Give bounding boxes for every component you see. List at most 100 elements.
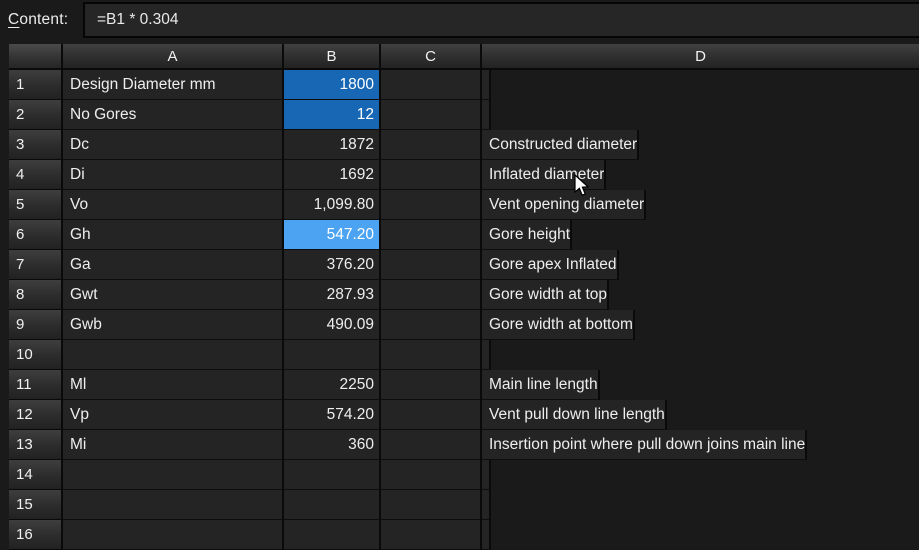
cell-D3[interactable]: Constructed diameter [482,130,640,160]
cell-A1[interactable]: Design Diameter mm [63,70,284,100]
sheet-row-2: 2 No Gores 12 [9,100,919,130]
sheet-row-6: 6 Gh 547.20 Gore height [9,220,919,250]
formula-bar-label: Content: [8,0,68,40]
cell-D14[interactable] [482,460,491,490]
row-header-15[interactable]: 15 [9,490,63,520]
sheet-row-4: 4 Di 1692 Inflated diameter [9,160,919,190]
cell-A3[interactable]: Dc [63,130,284,160]
row-header-7[interactable]: 7 [9,250,63,280]
sheet-row-16: 16 [9,520,919,550]
cell-A14[interactable] [63,460,284,490]
cell-A6[interactable]: Gh [63,220,284,250]
cell-A13[interactable]: Mi [63,430,284,460]
cell-D2[interactable] [482,100,491,130]
cell-B8[interactable]: 287.93 [284,280,381,310]
cell-C15[interactable] [381,490,482,520]
row-header-14[interactable]: 14 [9,460,63,490]
sheet-row-15: 15 [9,490,919,520]
column-header-C[interactable]: C [381,44,482,70]
sheet-row-8: 8 Gwt 287.93 Gore width at top [9,280,919,310]
cell-D7[interactable]: Gore apex Inflated [482,250,619,280]
cell-A12[interactable]: Vp [63,400,284,430]
cell-B2[interactable]: 12 [284,100,381,130]
cell-C10[interactable] [381,340,482,370]
cell-A10[interactable] [63,340,284,370]
cell-B11[interactable]: 2250 [284,370,381,400]
cell-B5[interactable]: 1,099.80 [284,190,381,220]
cell-A5[interactable]: Vo [63,190,284,220]
row-header-16[interactable]: 16 [9,520,63,550]
cell-A4[interactable]: Di [63,160,284,190]
cell-C13[interactable] [381,430,482,460]
cell-D4[interactable]: Inflated diameter [482,160,607,190]
cell-C8[interactable] [381,280,482,310]
sheet-row-3: 3 Dc 1872 Constructed diameter [9,130,919,160]
cell-C12[interactable] [381,400,482,430]
cell-A15[interactable] [63,490,284,520]
row-header-10[interactable]: 10 [9,340,63,370]
row-header-9[interactable]: 9 [9,310,63,340]
row-header-1[interactable]: 1 [9,70,63,100]
sheet-row-5: 5 Vo 1,099.80 Vent opening diameter [9,190,919,220]
cell-D15[interactable] [482,490,491,520]
row-header-2[interactable]: 2 [9,100,63,130]
sheet-row-11: 11 Ml 2250 Main line length [9,370,919,400]
sheet-row-12: 12 Vp 574.20 Vent pull down line length [9,400,919,430]
cell-B4[interactable]: 1692 [284,160,381,190]
cell-D10[interactable] [482,340,491,370]
formula-input-value: =B1 * 0.304 [97,11,179,28]
row-header-6[interactable]: 6 [9,220,63,250]
cell-B16[interactable] [284,520,381,550]
cell-A9[interactable]: Gwb [63,310,284,340]
cell-B9[interactable]: 490.09 [284,310,381,340]
cell-B3[interactable]: 1872 [284,130,381,160]
cell-B10[interactable] [284,340,381,370]
select-all-corner[interactable] [9,44,63,70]
formula-bar-label-rest: ontent: [19,11,69,28]
cell-D13[interactable]: Insertion point where pull down joins ma… [482,430,808,460]
cell-C14[interactable] [381,460,482,490]
cell-C9[interactable] [381,310,482,340]
cell-A2[interactable]: No Gores [63,100,284,130]
cell-D11[interactable]: Main line length [482,370,600,400]
cell-C3[interactable] [381,130,482,160]
cell-C5[interactable] [381,190,482,220]
cell-B6[interactable]: 547.20 [284,220,381,250]
row-header-13[interactable]: 13 [9,430,63,460]
cell-B14[interactable] [284,460,381,490]
cell-D8[interactable]: Gore width at top [482,280,610,310]
row-header-4[interactable]: 4 [9,160,63,190]
cell-B7[interactable]: 376.20 [284,250,381,280]
row-header-8[interactable]: 8 [9,280,63,310]
cell-C4[interactable] [381,160,482,190]
cell-B12[interactable]: 574.20 [284,400,381,430]
cell-D6[interactable]: Gore height [482,220,572,250]
row-header-5[interactable]: 5 [9,190,63,220]
cell-A11[interactable]: Ml [63,370,284,400]
cell-D9[interactable]: Gore width at bottom [482,310,635,340]
cell-C2[interactable] [381,100,482,130]
row-header-12[interactable]: 12 [9,400,63,430]
cell-D1[interactable] [482,70,491,100]
cell-C1[interactable] [381,70,482,100]
cell-D16[interactable] [482,520,491,550]
column-header-A[interactable]: A [63,44,284,70]
cell-B13[interactable]: 360 [284,430,381,460]
cell-C6[interactable] [381,220,482,250]
column-header-D[interactable]: D [482,44,919,70]
cell-C16[interactable] [381,520,482,550]
cell-A8[interactable]: Gwt [63,280,284,310]
cell-A7[interactable]: Ga [63,250,284,280]
cell-C11[interactable] [381,370,482,400]
cell-B15[interactable] [284,490,381,520]
cell-B1[interactable]: 1800 [284,70,381,100]
row-header-11[interactable]: 11 [9,370,63,400]
column-header-B[interactable]: B [284,44,381,70]
cell-D12[interactable]: Vent pull down line length [482,400,667,430]
cell-C7[interactable] [381,250,482,280]
row-header-3[interactable]: 3 [9,130,63,160]
formula-input[interactable]: =B1 * 0.304 [83,2,919,38]
formula-bar: Content: =B1 * 0.304 [0,0,919,40]
cell-D5[interactable]: Vent opening diameter [482,190,647,220]
cell-A16[interactable] [63,520,284,550]
